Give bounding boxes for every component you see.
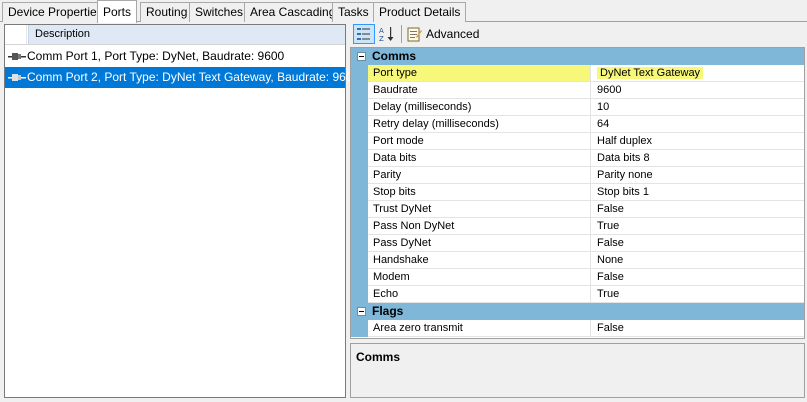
notepad-icon xyxy=(407,27,422,42)
collapse-icon[interactable] xyxy=(357,307,366,316)
category-comms[interactable]: Comms xyxy=(351,48,804,65)
category-flags[interactable]: Flags xyxy=(351,303,804,320)
ports-list[interactable]: Description Comm Port 1, Port Type: DyNe… xyxy=(4,24,359,398)
property-name: Trust DyNet xyxy=(368,201,591,217)
column-header-description[interactable]: Description xyxy=(28,25,345,44)
property-name: Echo xyxy=(368,286,591,302)
list-item-label: Comm Port 1, Port Type: DyNet, Baudrate:… xyxy=(27,49,285,63)
property-value[interactable]: True xyxy=(592,286,804,302)
toolbar-separator xyxy=(401,25,402,43)
property-value[interactable]: Parity none xyxy=(592,167,804,183)
category-label: Comms xyxy=(372,49,417,63)
property-value[interactable]: Data bits 8 xyxy=(592,150,804,166)
category-label: Flags xyxy=(372,304,404,318)
property-name: Stop bits xyxy=(368,184,591,200)
list-header: Description xyxy=(5,25,345,45)
property-value[interactable]: DyNet Text Gateway xyxy=(592,65,804,81)
property-pass-non-dynet[interactable]: Pass Non DyNet True xyxy=(351,218,804,235)
property-stop-bits[interactable]: Stop bits Stop bits 1 xyxy=(351,184,804,201)
property-name: Data bits xyxy=(368,150,591,166)
tab-product-details[interactable]: Product Details xyxy=(373,2,467,22)
property-pass-dynet[interactable]: Pass DyNet False xyxy=(351,235,804,252)
advanced-button[interactable]: Advanced xyxy=(406,24,479,44)
description-title: Comms xyxy=(356,350,401,364)
property-value[interactable]: False xyxy=(592,201,804,217)
property-name: Pass DyNet xyxy=(368,235,591,251)
property-value[interactable]: False xyxy=(592,269,804,285)
row-gutter xyxy=(351,218,368,235)
row-gutter xyxy=(351,65,368,82)
property-grid[interactable]: Comms Port type DyNet Text Gateway Baudr… xyxy=(350,47,805,339)
property-name: Handshake xyxy=(368,252,591,268)
property-modem[interactable]: Modem False xyxy=(351,269,804,286)
list-item-label: Comm Port 2, Port Type: DyNet Text Gatew… xyxy=(27,70,360,84)
svg-text:Z: Z xyxy=(379,35,384,43)
row-gutter xyxy=(351,167,368,184)
tab-switches[interactable]: Switches xyxy=(189,2,250,22)
property-parity[interactable]: Parity Parity none xyxy=(351,167,804,184)
categorized-icon xyxy=(357,28,370,40)
row-gutter xyxy=(351,99,368,116)
row-gutter xyxy=(351,201,368,218)
tab-tasks[interactable]: Tasks xyxy=(332,2,375,22)
property-value[interactable]: True xyxy=(592,218,804,234)
row-gutter xyxy=(351,184,368,201)
row-gutter xyxy=(351,320,368,337)
property-delay[interactable]: Delay (milliseconds) 10 xyxy=(351,99,804,116)
property-name: Parity xyxy=(368,167,591,183)
categorized-button[interactable] xyxy=(353,24,375,44)
property-name: Pass Non DyNet xyxy=(368,218,591,234)
advanced-label: Advanced xyxy=(426,27,480,41)
property-value[interactable]: 64 xyxy=(592,116,804,132)
row-gutter xyxy=(351,82,368,99)
collapse-icon[interactable] xyxy=(357,52,366,61)
property-value-text: DyNet Text Gateway xyxy=(597,67,704,79)
property-handshake[interactable]: Handshake None xyxy=(351,252,804,269)
property-grid-toolbar: A Z Advanced xyxy=(350,22,805,46)
property-value[interactable]: 10 xyxy=(592,99,804,115)
list-item-selected[interactable]: Comm Port 2, Port Type: DyNet Text Gatew… xyxy=(5,67,359,88)
property-value[interactable]: None xyxy=(592,252,804,268)
property-name: Port type xyxy=(368,65,591,81)
property-name: Retry delay (milliseconds) xyxy=(368,116,591,132)
property-data-bits[interactable]: Data bits Data bits 8 xyxy=(351,150,804,167)
property-echo[interactable]: Echo True xyxy=(351,286,804,303)
tab-area-cascading[interactable]: Area Cascading xyxy=(244,2,342,22)
serial-plug-icon xyxy=(8,74,26,81)
property-retry-delay[interactable]: Retry delay (milliseconds) 64 xyxy=(351,116,804,133)
list-header-corner xyxy=(5,25,27,44)
svg-text:A: A xyxy=(379,27,384,35)
property-description-pane: Comms xyxy=(350,343,805,398)
property-name: Delay (milliseconds) xyxy=(368,99,591,115)
alphabetical-button[interactable]: A Z xyxy=(376,24,398,44)
property-trust-dynet[interactable]: Trust DyNet False xyxy=(351,201,804,218)
property-value[interactable]: 9600 xyxy=(592,82,804,98)
row-gutter xyxy=(351,116,368,133)
list-item[interactable]: Comm Port 1, Port Type: DyNet, Baudrate:… xyxy=(5,46,345,67)
property-name: Area zero transmit xyxy=(368,320,591,336)
property-area-zero-transmit[interactable]: Area zero transmit False xyxy=(351,320,804,337)
tab-bar: Device Properties Ports Routing Switches… xyxy=(0,0,807,23)
row-gutter xyxy=(351,133,368,150)
property-name: Modem xyxy=(368,269,591,285)
tab-ports[interactable]: Ports xyxy=(97,0,138,23)
property-value[interactable]: False xyxy=(592,235,804,251)
property-baudrate[interactable]: Baudrate 9600 xyxy=(351,82,804,99)
row-gutter xyxy=(351,235,368,252)
property-name: Port mode xyxy=(368,133,591,149)
tab-routing[interactable]: Routing xyxy=(140,2,194,22)
property-port-mode[interactable]: Port mode Half duplex xyxy=(351,133,804,150)
property-port-type[interactable]: Port type DyNet Text Gateway xyxy=(351,65,804,82)
property-value[interactable]: Stop bits 1 xyxy=(592,184,804,200)
serial-plug-icon xyxy=(8,53,26,60)
row-gutter xyxy=(351,150,368,167)
property-value[interactable]: False xyxy=(592,320,804,336)
tab-device-properties[interactable]: Device Properties xyxy=(2,2,109,22)
row-gutter xyxy=(351,269,368,286)
property-value[interactable]: Half duplex xyxy=(592,133,804,149)
row-gutter xyxy=(351,252,368,269)
property-name: Baudrate xyxy=(368,82,591,98)
sort-az-icon: A Z xyxy=(379,27,394,43)
row-gutter xyxy=(351,286,368,303)
